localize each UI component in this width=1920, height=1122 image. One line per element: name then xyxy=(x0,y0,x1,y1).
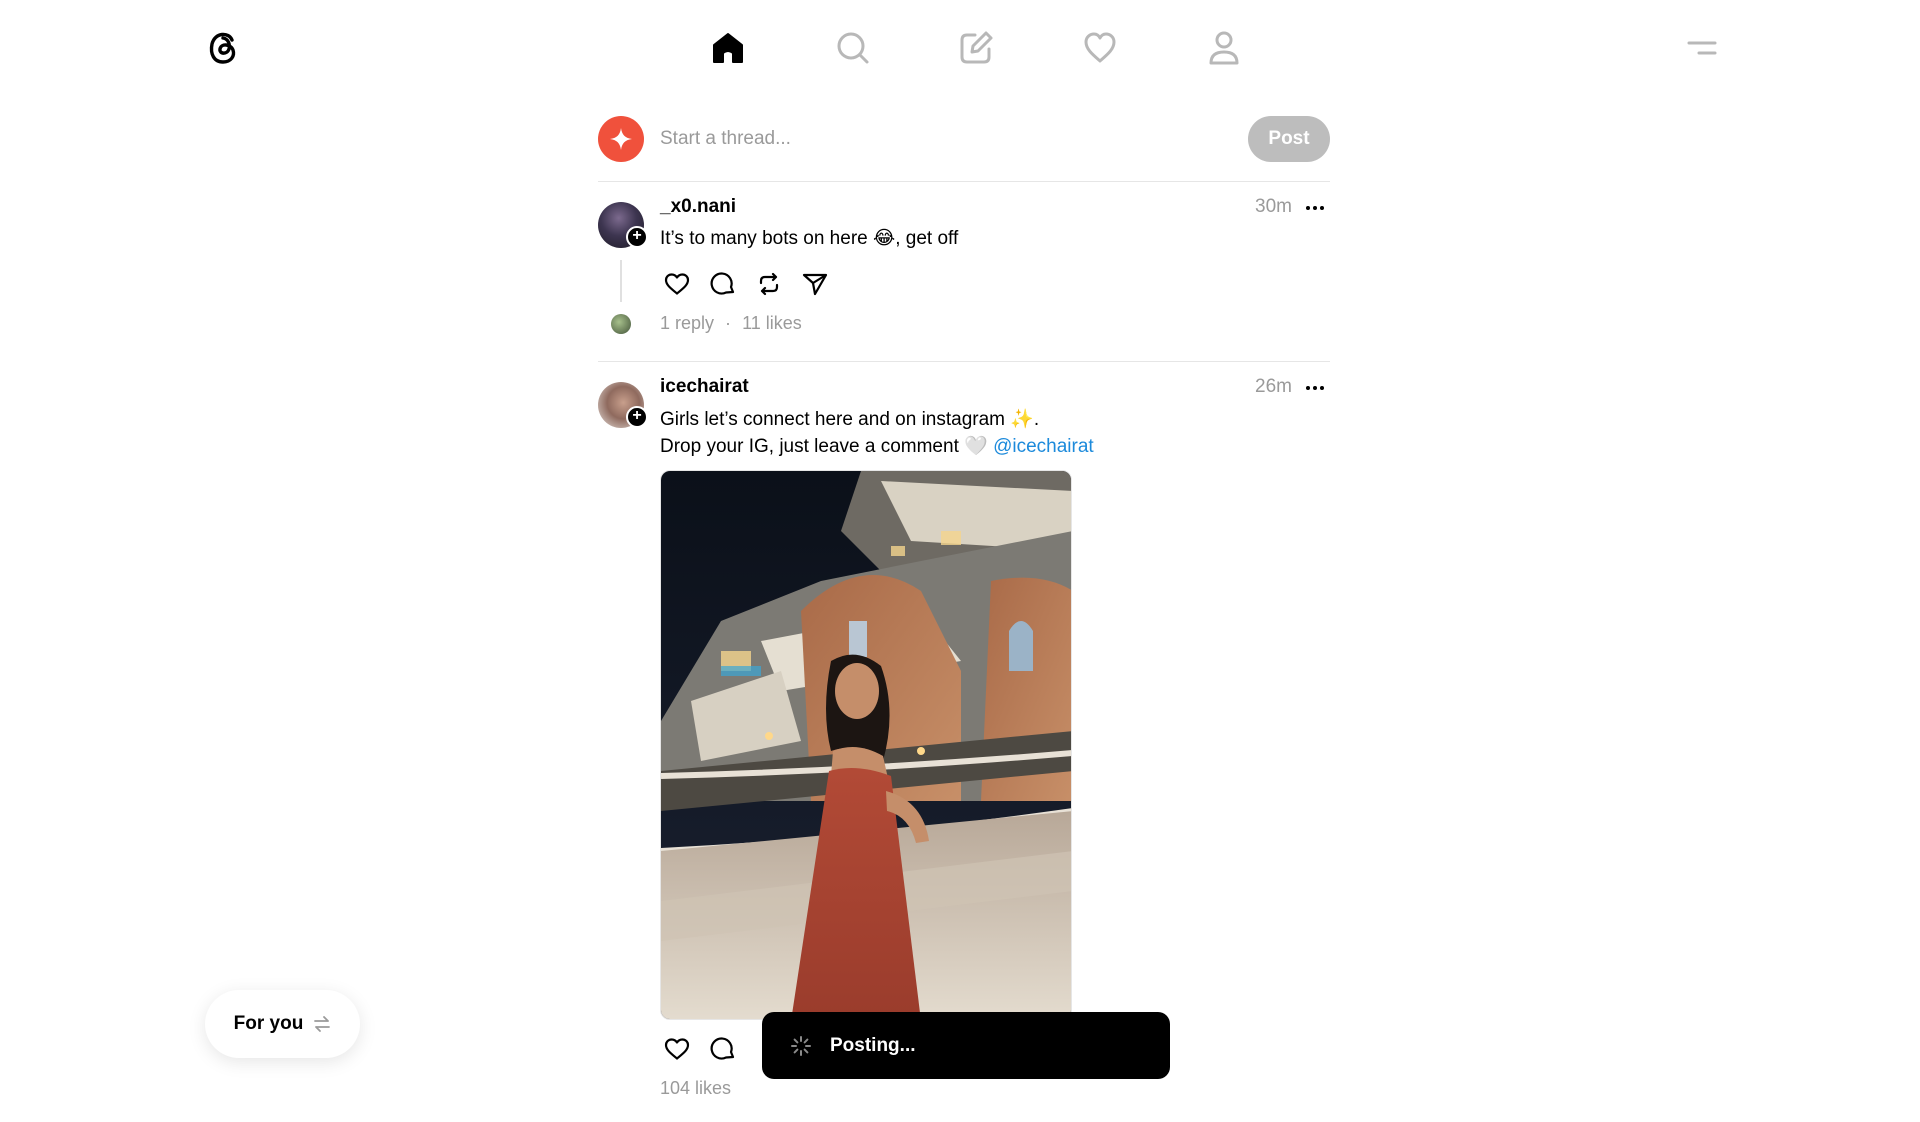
switch-arrows-icon xyxy=(314,1016,331,1032)
post-actions xyxy=(660,1032,740,1066)
post-button[interactable]: Post xyxy=(1248,115,1330,162)
reply-button[interactable] xyxy=(706,267,740,301)
post-time: 30m xyxy=(1255,196,1292,217)
repost-button[interactable] xyxy=(752,267,786,301)
post-time: 26m xyxy=(1255,376,1292,397)
comment-icon xyxy=(710,272,735,295)
loading-spinner-icon xyxy=(791,1035,811,1056)
like-button[interactable] xyxy=(660,1032,694,1066)
post-text-line-2-prefix: Drop your IG, just leave a comment 🤍 xyxy=(660,436,994,457)
nav-activity[interactable] xyxy=(1052,20,1148,76)
replier-avatar[interactable] xyxy=(611,314,631,334)
compose-icon xyxy=(960,31,993,64)
thread-post: + _x0.nani 30m It’s to many bots on here… xyxy=(598,182,1330,362)
post-meta: 1 reply · 11 likes xyxy=(660,313,802,334)
post-text: It’s to many bots on here 😂, get off xyxy=(660,228,959,249)
post-text-line-2: Drop your IG, just leave a comment 🤍 @ic… xyxy=(660,434,1094,458)
meta-separator: · xyxy=(725,313,732,333)
menu-icon xyxy=(1687,41,1717,55)
share-button[interactable] xyxy=(798,267,832,301)
like-count[interactable]: 104 likes xyxy=(660,1078,731,1099)
more-options-icon[interactable] xyxy=(1300,196,1330,220)
profile-icon xyxy=(1209,31,1239,65)
heart-icon xyxy=(664,273,690,295)
reply-button[interactable] xyxy=(706,1032,740,1066)
repost-icon xyxy=(759,272,779,296)
nav-search[interactable] xyxy=(805,20,901,76)
post-username[interactable]: _x0.nani xyxy=(660,196,736,218)
more-options-icon[interactable] xyxy=(1300,376,1330,400)
top-nav xyxy=(0,20,1920,76)
feed-switcher-button[interactable]: For you xyxy=(205,990,360,1058)
menu-button[interactable] xyxy=(1680,26,1724,70)
post-actions xyxy=(660,267,832,301)
avatar[interactable] xyxy=(598,115,644,162)
reply-count[interactable]: 1 reply xyxy=(660,313,714,333)
heart-icon xyxy=(664,1038,690,1060)
nav-home[interactable] xyxy=(680,20,776,76)
thread-line xyxy=(620,260,622,302)
follow-plus-icon[interactable]: + xyxy=(626,226,648,248)
post-username[interactable]: icechairat xyxy=(660,376,749,398)
thread-composer: Start a thread... Post xyxy=(598,96,1330,182)
home-icon xyxy=(713,33,743,63)
posting-toast: Posting... xyxy=(762,1012,1170,1079)
toast-label: Posting... xyxy=(830,1034,916,1056)
search-icon xyxy=(837,32,869,64)
thread-post: + icechairat 26m Girls let’s connect her… xyxy=(598,362,1330,1122)
nav-create[interactable] xyxy=(928,20,1024,76)
start-thread-input[interactable]: Start a thread... xyxy=(660,128,1248,150)
like-count[interactable]: 11 likes xyxy=(742,313,802,333)
post-photo[interactable] xyxy=(660,470,1072,1020)
like-button[interactable] xyxy=(660,267,694,301)
send-icon xyxy=(802,273,828,296)
post-text-line-1: Girls let’s connect here and on instagra… xyxy=(660,409,1040,430)
feed: Start a thread... Post + _x0.nani 30m It… xyxy=(598,96,1330,1122)
sparkle-icon xyxy=(610,127,632,150)
follow-plus-icon[interactable]: + xyxy=(626,406,648,428)
heart-icon xyxy=(1084,32,1116,63)
feed-switcher-label: For you xyxy=(233,1013,304,1034)
mention-link[interactable]: @icechairat xyxy=(993,436,1094,457)
comment-icon xyxy=(710,1037,735,1060)
nav-profile[interactable] xyxy=(1176,20,1272,76)
